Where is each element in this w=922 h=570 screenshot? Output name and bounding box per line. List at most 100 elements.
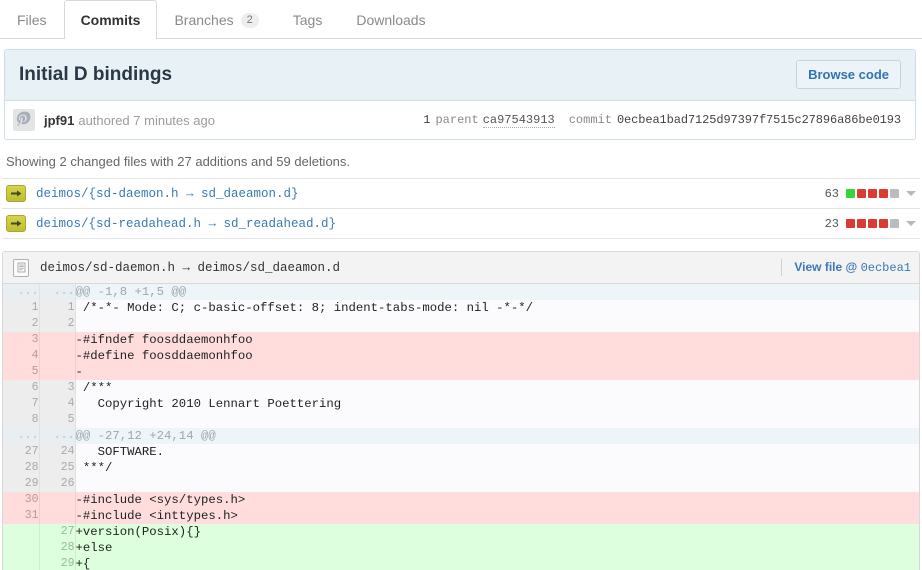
diff-block-del xyxy=(868,219,877,228)
diff-line-number-old[interactable]: 29 xyxy=(3,476,40,492)
diff-line-del: 3 -#ifndef foosddaemonhfoo xyxy=(3,332,919,348)
diff-file-header-right: View file @ 0ecbea1 xyxy=(781,259,911,276)
tab-label: Tags xyxy=(292,12,323,28)
diff-line-content: +version(Posix){} xyxy=(75,524,919,540)
diff-line-number-old[interactable]: 3 xyxy=(3,332,40,348)
tab-branches[interactable]: Branches 2 xyxy=(157,0,275,39)
diff-line-content: @@ -27,12 +24,14 @@ xyxy=(75,428,919,444)
diff-line-number-new[interactable]: 5 xyxy=(39,412,76,428)
diff-line-number-new[interactable]: 28 xyxy=(39,540,76,556)
changed-file-row[interactable]: deimos/{sd-readahead.h → sd_readahead.d}… xyxy=(2,209,920,239)
diff-line-number-old[interactable] xyxy=(3,524,40,540)
diff-line-content: - xyxy=(75,364,919,380)
diff-line-number-new[interactable]: ... xyxy=(39,428,76,444)
browse-code-button[interactable]: Browse code xyxy=(796,60,901,89)
diff-line-number-old[interactable]: 27 xyxy=(3,444,40,460)
diff-line-content: @@ -1,8 +1,5 @@ xyxy=(75,284,919,300)
commit-author-name[interactable]: jpf91 xyxy=(44,113,74,128)
diff-stat-count: 63 xyxy=(824,186,839,201)
diff-line-number-new[interactable]: 3 xyxy=(39,380,76,396)
diff-line-content: -#include <inttypes.h> xyxy=(75,508,919,524)
chevron-down-icon[interactable] xyxy=(906,191,916,196)
changed-file-row[interactable]: deimos/{sd-daemon.h → sd_daeamon.d} 63 xyxy=(2,179,920,209)
diff-line-number-old[interactable]: 6 xyxy=(3,380,40,396)
diff-line-content: -#include <sys/types.h> xyxy=(75,492,919,508)
diff-line-content xyxy=(75,412,919,428)
tab-label: Files xyxy=(17,12,47,28)
diff-line-add: 29 +{ xyxy=(3,556,919,570)
tab-tags[interactable]: Tags xyxy=(276,0,340,39)
diff-line-ctx: 85 xyxy=(3,412,919,428)
commit-author-block: jpf91 authored 7 minutes ago xyxy=(13,109,215,131)
diff-line-number-old[interactable]: 8 xyxy=(3,412,40,428)
diff-line-number-old[interactable]: 4 xyxy=(3,348,40,364)
diff-summary-text: Showing 2 changed files with 27 addition… xyxy=(6,154,351,169)
changed-file-list: deimos/{sd-daemon.h → sd_daeamon.d} 63 d… xyxy=(2,178,920,239)
diff-line-number-new[interactable]: 4 xyxy=(39,396,76,412)
rename-arrow-icon xyxy=(6,215,26,232)
diff-stat: 23 xyxy=(825,217,916,231)
commit-message-title: Initial D bindings xyxy=(19,63,173,85)
diff-stat-blocks xyxy=(846,219,899,228)
diff-line-number-old[interactable]: ... xyxy=(3,428,40,444)
diff-block-neutral xyxy=(890,219,899,228)
diff-line-number-new[interactable]: 29 xyxy=(39,556,76,570)
diff-line-del: 31 -#include <inttypes.h> xyxy=(3,508,919,524)
tab-label: Commits xyxy=(80,12,141,28)
diff-line-content: /*** xyxy=(75,380,919,396)
diff-file-header-left: deimos/sd-daemon.h → deimos/sd_daeamon.d xyxy=(13,258,341,277)
diff-line-number-new[interactable]: ... xyxy=(39,284,76,300)
diff-line-number-old[interactable] xyxy=(3,540,40,556)
tab-commits[interactable]: Commits xyxy=(63,0,158,39)
diff-line-number-new[interactable]: 27 xyxy=(39,524,76,540)
diff-line-number-new[interactable]: 25 xyxy=(39,460,76,476)
diff-line-content: -#ifndef foosddaemonhfoo xyxy=(75,332,919,348)
diff-stat-count: 23 xyxy=(824,216,839,231)
diff-line-content xyxy=(75,476,919,492)
diff-line-number-old[interactable]: 31 xyxy=(3,508,40,524)
diff-line-number-new[interactable]: 24 xyxy=(39,444,76,460)
diff-line-number-new[interactable] xyxy=(39,508,76,524)
chevron-down-icon[interactable] xyxy=(906,221,916,226)
diff-line-number-new[interactable]: 1 xyxy=(39,300,76,316)
diff-line-hunk: ...... @@ -1,8 +1,5 @@ xyxy=(3,284,919,300)
repo-tab-bar: Files Commits Branches 2 Tags Downloads xyxy=(0,0,922,39)
parent-count: 1 xyxy=(423,113,431,127)
diff-line-ctx: 11 /*-*- Mode: C; c-basic-offset: 8; ind… xyxy=(3,300,919,316)
diff-line-number-old[interactable]: 2 xyxy=(3,316,40,332)
diff-line-number-old[interactable]: 28 xyxy=(3,460,40,476)
diff-table: ...... @@ -1,8 +1,5 @@ 1 1 /*-*- Mode: C; c… xyxy=(3,284,919,570)
diff-line-number-new[interactable]: 26 xyxy=(39,476,76,492)
diff-line-number-new[interactable] xyxy=(39,332,76,348)
diff-line-number-old[interactable]: 30 xyxy=(3,492,40,508)
diff-table-body: ...... @@ -1,8 +1,5 @@ 1 1 /*-*- Mode: C; c… xyxy=(3,284,919,570)
diff-line-number-old[interactable]: 7 xyxy=(3,396,40,412)
diff-line-number-new[interactable] xyxy=(39,364,76,380)
file-icon xyxy=(13,258,29,277)
diff-line-number-old[interactable] xyxy=(3,556,40,570)
diff-line-hunk: ...... @@ -27,12 +24,14 @@ xyxy=(3,428,919,444)
tab-files[interactable]: Files xyxy=(0,0,64,39)
diff-file-header: deimos/sd-daemon.h → deimos/sd_daeamon.d… xyxy=(3,252,919,284)
diff-line-content xyxy=(75,316,919,332)
diff-line-number-new[interactable]: 2 xyxy=(39,316,76,332)
tab-downloads[interactable]: Downloads xyxy=(339,0,442,39)
parent-label: parent xyxy=(435,113,479,127)
diff-line-content: +{ xyxy=(75,556,919,570)
diff-block-add xyxy=(846,189,855,198)
diff-line-number-old[interactable]: 1 xyxy=(3,300,40,316)
commit-sha[interactable]: 0ecbea1bad7125d97397f7515c27896a86be0193 xyxy=(617,113,901,127)
diff-block-del xyxy=(846,219,855,228)
view-file-link[interactable]: View file @ 0ecbea1 xyxy=(794,260,911,275)
diff-file-path: deimos/sd-daemon.h → deimos/sd_daeamon.d xyxy=(40,260,341,275)
diff-block-neutral xyxy=(890,189,899,198)
tab-label: Downloads xyxy=(356,12,426,28)
diff-line-number-new[interactable] xyxy=(39,348,76,364)
changed-file-path[interactable]: deimos/{sd-daemon.h → sd_daeamon.d} xyxy=(36,187,825,201)
diff-line-number-new[interactable] xyxy=(39,492,76,508)
changed-file-path[interactable]: deimos/{sd-readahead.h → sd_readahead.d} xyxy=(36,217,825,231)
diff-line-number-old[interactable]: 5 xyxy=(3,364,40,380)
diff-line-number-old[interactable]: ... xyxy=(3,284,40,300)
parent-sha[interactable]: ca97543913 xyxy=(482,113,555,128)
commit-label: commit xyxy=(568,113,612,127)
